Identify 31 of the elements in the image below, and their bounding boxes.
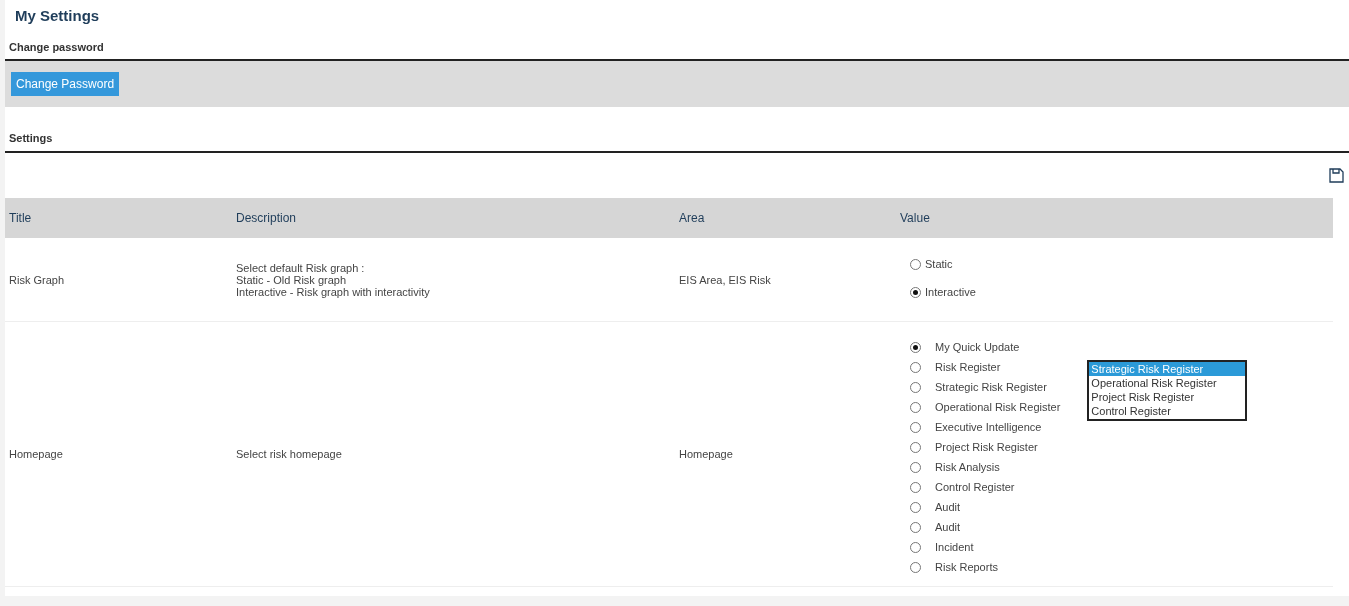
table-cell: Homepage (679, 448, 733, 460)
radio-option[interactable]: Interactive (910, 285, 976, 299)
column-header: Value (899, 211, 931, 225)
radio-option[interactable]: My Quick Update (910, 340, 1061, 354)
radio-option[interactable]: Audit (910, 500, 1061, 514)
radio-option[interactable]: Audit (910, 520, 1061, 534)
radio-option[interactable]: Risk Analysis (910, 460, 1061, 474)
listbox[interactable]: Strategic Risk Register Operational Risk Register Project Risk Register Control Register (1087, 360, 1248, 421)
radio-option[interactable]: Executive Intelligence (910, 420, 1061, 434)
save-icon[interactable] (1329, 168, 1344, 183)
column-header: Area (678, 211, 706, 225)
radio-option[interactable]: Operational Risk Register (910, 400, 1061, 414)
page-title: My Settings (14, 6, 101, 26)
listbox-item[interactable]: Operational Risk Register (1089, 376, 1246, 390)
radio-option[interactable]: Static (910, 257, 976, 271)
listbox-item[interactable]: Project Risk Register (1089, 390, 1246, 404)
table-cell: EIS Area, EIS Risk (679, 273, 771, 286)
table-cell: Homepage (9, 448, 63, 460)
radio-option[interactable]: Risk Register (910, 360, 1061, 374)
radio-option[interactable]: Project Risk Register (910, 440, 1061, 454)
table-cell: Risk Graph (9, 273, 65, 286)
radio-option[interactable]: Risk Reports (910, 560, 1061, 574)
radio-option[interactable]: Strategic Risk Register (910, 380, 1061, 394)
column-header: Title (8, 211, 33, 225)
listbox-item[interactable]: Control Register (1089, 404, 1246, 418)
table-cell: Select default Risk graph : Static - Old Risk graph Interactive - Risk graph with interactivity (236, 261, 430, 298)
radio-option[interactable]: Control Register (910, 480, 1061, 494)
table-cell: Select risk homepage (236, 448, 342, 460)
radio-option[interactable]: Incident (910, 540, 1061, 554)
column-header: Description (235, 211, 298, 225)
section-title: Settings (5, 107, 1349, 153)
